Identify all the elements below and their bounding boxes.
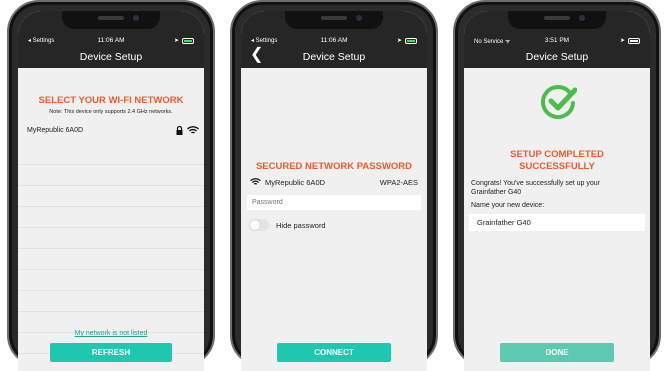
notch bbox=[62, 11, 160, 29]
battery-icon bbox=[405, 37, 417, 44]
status-icons: ➤ bbox=[397, 37, 417, 44]
phone-frame-3: No Service ᯤ 3:51 PM ➤ Device Setup SETU… bbox=[453, 0, 661, 371]
network-row[interactable]: MyRepublic 6A0D bbox=[18, 124, 204, 141]
page-title: Device Setup bbox=[302, 51, 366, 63]
heading: SELECT YOUR WI-FI NETWORK bbox=[38, 95, 184, 106]
success-check-icon bbox=[541, 85, 577, 119]
wifi-icon bbox=[250, 178, 261, 185]
phone-frame-2: ◂ Settings 11:06 AM ➤ ❮ Device Setup SEC… bbox=[230, 0, 438, 371]
congrats-text: Congrats! You've successfully set up you… bbox=[471, 180, 600, 196]
lock-icon bbox=[176, 126, 183, 135]
screen-setup-complete: No Service ᯤ 3:51 PM ➤ Device Setup SETU… bbox=[464, 11, 650, 371]
content: SETUP COMPLETED SUCCESSFULLY Congrats! Y… bbox=[464, 68, 650, 371]
network-name: MyRepublic 6A0D bbox=[27, 127, 84, 134]
heading-line-1: SETUP COMPLETED bbox=[510, 149, 604, 160]
wifi-icon bbox=[187, 126, 199, 134]
hide-password-label: Hide password bbox=[276, 221, 326, 230]
network-row: MyRepublic 6A0D WPA2-AES bbox=[241, 176, 427, 190]
header: ◂ Settings 11:06 AM ➤ ❮ Device Setup bbox=[241, 11, 427, 68]
header: ◂ Settings 11:06 AM ➤ Device Setup bbox=[18, 11, 204, 68]
heading-line-2: SUCCESSFULLY bbox=[519, 161, 595, 172]
done-button[interactable]: DONE bbox=[500, 343, 614, 362]
status-icons: ➤ bbox=[620, 37, 640, 44]
network-name: MyRepublic 6A0D bbox=[265, 178, 326, 187]
connect-button[interactable]: CONNECT bbox=[277, 343, 391, 362]
page-title: Device Setup bbox=[525, 51, 589, 63]
location-icon: ➤ bbox=[619, 38, 625, 44]
empty-list bbox=[18, 144, 204, 354]
status-icons: ➤ bbox=[174, 37, 194, 44]
page-title: Device Setup bbox=[79, 51, 143, 63]
note-text: Note: This device only supports 2.4 GHz … bbox=[49, 109, 173, 115]
content: SELECT YOUR WI-FI NETWORK Note: This dev… bbox=[18, 68, 204, 371]
header: No Service ᯤ 3:51 PM ➤ Device Setup bbox=[464, 11, 650, 68]
location-icon: ➤ bbox=[173, 38, 179, 44]
phone-frame-1: ◂ Settings 11:06 AM ➤ Device Setup SELEC… bbox=[7, 0, 215, 371]
battery-icon bbox=[182, 37, 194, 44]
notch bbox=[285, 11, 383, 29]
device-name-field[interactable]: Grainfather G40 bbox=[469, 214, 645, 231]
security-type: WPA2-AES bbox=[379, 178, 418, 187]
name-device-label: Name your new device: bbox=[471, 202, 545, 209]
network-not-listed-link[interactable]: My network is not listed bbox=[18, 330, 204, 337]
notch bbox=[508, 11, 606, 29]
hide-password-toggle[interactable] bbox=[249, 219, 269, 231]
heading: SECURED NETWORK PASSWORD bbox=[255, 161, 413, 172]
screen-select-network: ◂ Settings 11:06 AM ➤ Device Setup SELEC… bbox=[18, 11, 204, 371]
refresh-button[interactable]: REFRESH bbox=[50, 343, 172, 362]
screen-network-password: ◂ Settings 11:06 AM ➤ ❮ Device Setup SEC… bbox=[241, 11, 427, 371]
location-icon: ➤ bbox=[396, 38, 402, 44]
password-field[interactable] bbox=[247, 195, 421, 210]
content: SECURED NETWORK PASSWORD MyRepublic 6A0D… bbox=[241, 68, 427, 371]
battery-icon bbox=[628, 37, 640, 44]
